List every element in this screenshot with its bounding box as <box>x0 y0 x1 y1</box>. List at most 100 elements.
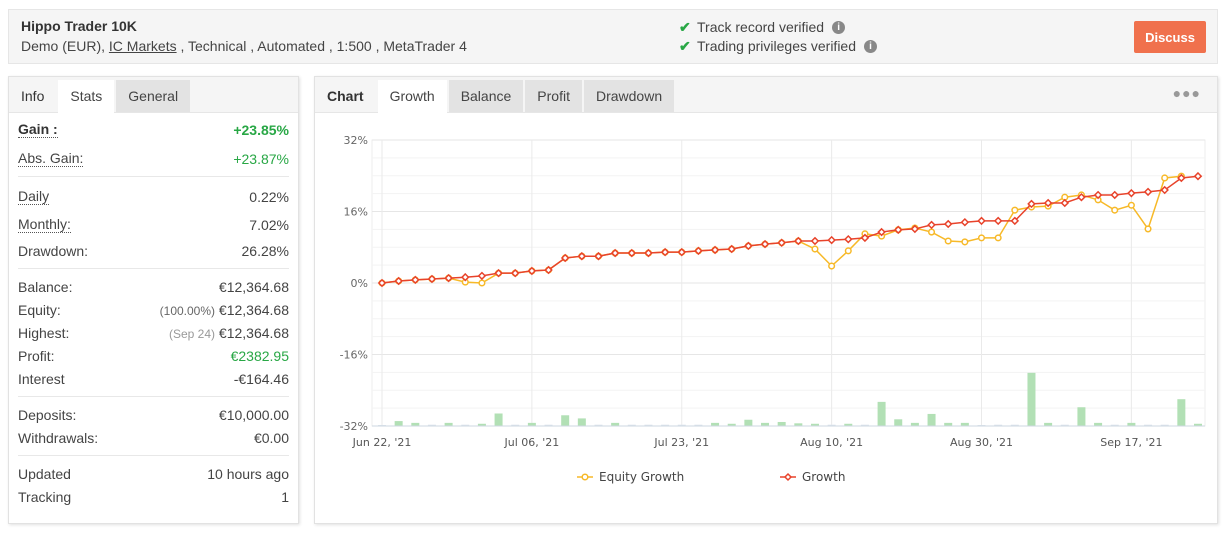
stat-abs-gain: Abs. Gain: +23.87% <box>18 147 289 170</box>
daily-bar <box>1027 372 1036 426</box>
daily-bar <box>927 413 936 426</box>
daily-bar <box>494 413 503 426</box>
y-tick-label: 32% <box>344 134 368 147</box>
data-point <box>828 262 836 270</box>
stat-highest: Highest: (Sep 24) €12,364.68 <box>18 321 289 344</box>
stat-value: €2382.95 <box>230 347 289 364</box>
x-tick-label: Aug 10, '21 <box>800 436 863 449</box>
verification-label: Trading privileges verified <box>697 38 856 54</box>
stat-value: €12,364.68 <box>218 324 289 341</box>
data-point <box>478 279 486 287</box>
stat-label[interactable]: Monthly: <box>18 216 71 233</box>
divider <box>18 176 289 177</box>
data-point <box>811 245 819 253</box>
chart-legend: Equity Growth Growth <box>577 470 845 484</box>
chart-tabs: Chart Growth Balance Profit Drawdown ●●● <box>315 77 1217 113</box>
data-point <box>1127 201 1135 209</box>
stat-value: €10,000.00 <box>218 406 289 423</box>
daily-bar <box>1177 399 1186 426</box>
stat-tracking: Tracking 1 <box>18 485 289 508</box>
verification-label: Track record verified <box>697 19 825 35</box>
account-title: Hippo Trader 10K <box>21 18 137 34</box>
tab-balance[interactable]: Balance <box>448 80 524 112</box>
stat-updated: Updated 10 hours ago <box>18 462 289 485</box>
data-point <box>977 234 986 242</box>
tab-info[interactable]: Info <box>9 80 56 112</box>
chart-label: Chart <box>327 88 364 104</box>
data-point <box>944 237 952 245</box>
account-details: , Technical , Automated , 1:500 , MetaTr… <box>176 38 467 54</box>
stat-label: Balance: <box>18 278 73 295</box>
stat-value: €12,364.68 <box>218 278 289 295</box>
stat-value: €0.00 <box>253 429 289 446</box>
legend-marker <box>581 473 589 481</box>
x-tick-label: Aug 30, '21 <box>950 436 1013 449</box>
stat-value: 1 <box>281 488 289 505</box>
x-tick-label: Jun 22, '21 <box>352 436 412 449</box>
daily-bar <box>561 415 570 426</box>
stat-note: (Sep 24) <box>169 326 216 341</box>
daily-bar <box>744 419 753 426</box>
stat-value: -€164.46 <box>233 370 289 387</box>
check-icon: ✔ <box>679 19 691 35</box>
legend-label: Growth <box>802 470 845 484</box>
x-tick-label: Jul 23, '21 <box>653 436 709 449</box>
data-point <box>928 228 936 236</box>
tab-drawdown[interactable]: Drawdown <box>583 80 675 112</box>
stat-daily: Daily 0.22% <box>18 183 289 210</box>
account-header: Hippo Trader 10K Demo (EUR), IC Markets … <box>8 9 1218 64</box>
stats-list: Gain : +23.85% Abs. Gain: +23.87% Daily … <box>9 118 298 508</box>
stat-value: 10 hours ago <box>207 465 289 482</box>
account-subtitle: Demo (EUR), IC Markets , Technical , Aut… <box>21 38 467 54</box>
data-point <box>994 234 1002 242</box>
stats-tabs: Info Stats General <box>9 77 298 113</box>
discuss-button[interactable]: Discuss <box>1134 21 1206 53</box>
track-record-verified: ✔ Track record verified i <box>679 18 877 37</box>
stat-label: Deposits: <box>18 406 77 423</box>
data-point <box>1011 206 1019 214</box>
check-icon: ✔ <box>679 38 691 54</box>
stat-label[interactable]: Daily <box>18 188 50 205</box>
stat-value: €12,364.68 <box>218 301 289 318</box>
tab-profit[interactable]: Profit <box>525 80 582 112</box>
chart-panel: Chart Growth Balance Profit Drawdown ●●●… <box>314 76 1218 524</box>
stat-label: Profit: <box>18 347 55 364</box>
x-tick-label: Jul 06, '21 <box>503 436 559 449</box>
stat-drawdown: Drawdown: 26.28% <box>18 239 289 262</box>
trading-privileges-verified: ✔ Trading privileges verified i <box>679 37 877 56</box>
daily-bar <box>394 421 403 426</box>
tab-stats[interactable]: Stats <box>58 80 115 113</box>
y-tick-label: -16% <box>340 349 368 362</box>
divider <box>18 396 289 397</box>
stat-balance: Balance: €12,364.68 <box>18 275 289 298</box>
stat-label: Equity: <box>18 301 61 318</box>
growth-chart: 32% 16% 0% -16% -32% Jun 22, '21 Jul 06, '21 Ju… <box>340 134 1206 484</box>
stat-value: 26.28% <box>241 242 289 259</box>
verification-list: ✔ Track record verified i ✔ Trading priv… <box>679 18 877 56</box>
stat-profit: Profit: €2382.95 <box>18 344 289 367</box>
stat-note: (100.00%) <box>159 303 216 318</box>
stat-label[interactable]: Gain : <box>18 121 58 138</box>
tab-growth[interactable]: Growth <box>377 80 447 113</box>
stat-withdrawals: Withdrawals: €0.00 <box>18 426 289 449</box>
stat-label: Withdrawals: <box>18 429 99 446</box>
tab-general[interactable]: General <box>116 80 191 112</box>
data-point <box>1144 225 1152 233</box>
stat-value: +23.85% <box>233 121 289 138</box>
divider <box>18 455 289 456</box>
ellipsis-icon[interactable]: ●●● <box>1173 85 1201 101</box>
daily-bar <box>1077 407 1086 426</box>
chart-grid <box>371 139 1206 427</box>
y-tick-label: -32% <box>340 420 368 433</box>
info-icon[interactable]: i <box>832 21 846 34</box>
info-icon[interactable]: i <box>864 40 877 53</box>
stat-equity: Equity: (100.00%) €12,364.68 <box>18 298 289 321</box>
stat-label: Drawdown: <box>18 242 89 259</box>
data-point <box>961 238 969 246</box>
stat-gain: Gain : +23.85% <box>18 118 289 141</box>
divider <box>18 268 289 269</box>
y-tick-label: 16% <box>344 206 368 219</box>
x-tick-label: Sep 17, '21 <box>1100 436 1162 449</box>
broker-link[interactable]: IC Markets <box>109 38 177 54</box>
stat-label[interactable]: Abs. Gain: <box>18 150 84 167</box>
